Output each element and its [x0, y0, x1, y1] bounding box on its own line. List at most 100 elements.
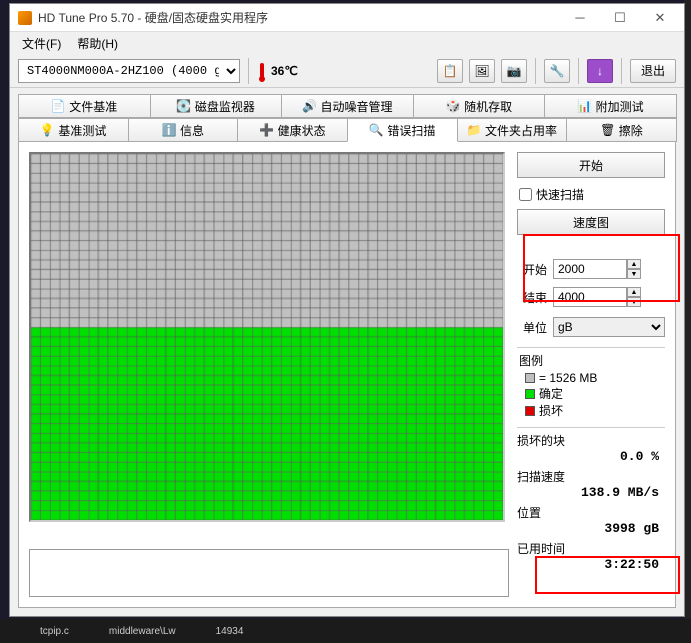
elapsed-value: 3:22:50 — [517, 557, 665, 572]
temperature-display: 36℃ — [257, 60, 298, 82]
extra-icon: 📊 — [578, 99, 592, 113]
tab-label: 错误扫描 — [387, 122, 435, 139]
minimize-tray-button[interactable]: ↓ — [587, 59, 613, 83]
position-value: 3998 gB — [517, 521, 665, 536]
elapsed-label: 已用时间 — [517, 540, 665, 557]
tab-基准测试[interactable]: 💡 基准测试 — [18, 118, 129, 142]
tab-自动噪音管理[interactable]: 🔊 自动噪音管理 — [281, 94, 414, 118]
tab-错误扫描[interactable]: 🔍 错误扫描 — [347, 118, 458, 142]
copy-info-button[interactable]: 📋 — [437, 59, 463, 83]
background-strip — [684, 0, 691, 643]
range-end-label: 结束 — [517, 289, 547, 306]
disk-monitor-icon: 💽 — [177, 99, 191, 113]
menu-help[interactable]: 帮助(H) — [71, 33, 124, 54]
main-window: HD Tune Pro 5.70 - 硬盘/固态硬盘实用程序 ─ ☐ ✕ 文件(… — [9, 3, 685, 617]
tab-label: 信息 — [180, 122, 204, 139]
folder-icon: 📁 — [467, 123, 481, 137]
tab-content: 开始 快速扫描 速度图 开始 ▲ ▼ 结束 — [18, 141, 676, 608]
separator — [578, 58, 579, 84]
legend-title: 图例 — [519, 352, 665, 369]
legend-swatch-damaged — [525, 406, 535, 416]
quick-scan-checkbox[interactable] — [519, 188, 532, 201]
taskbar: tcpip.c middleware\Lw 14934 — [0, 619, 691, 643]
tab-label: 磁盘监视器 — [195, 98, 255, 115]
legend-ok-label: 确定 — [539, 385, 563, 402]
result-box — [29, 549, 509, 597]
tab-随机存取[interactable]: 🎲 随机存取 — [413, 94, 546, 118]
tab-文件夹占用率[interactable]: 📁 文件夹占用率 — [457, 118, 568, 142]
tab-label: 擦除 — [619, 122, 643, 139]
random-icon: 🎲 — [446, 99, 460, 113]
side-panel: 开始 快速扫描 速度图 开始 ▲ ▼ 结束 — [517, 152, 665, 597]
erase-icon: 🗑 — [601, 123, 615, 137]
menu-file[interactable]: 文件(F) — [16, 33, 67, 54]
unit-select[interactable]: gB — [553, 317, 665, 337]
options-button[interactable]: 🔧 — [544, 59, 570, 83]
tab-磁盘监视器[interactable]: 💽 磁盘监视器 — [150, 94, 283, 118]
range-end-input[interactable] — [553, 287, 627, 307]
scan-speed-label: 扫描速度 — [517, 468, 665, 485]
tab-文件基准[interactable]: 📄 文件基准 — [18, 94, 151, 118]
legend-swatch-ok — [525, 389, 535, 399]
damaged-blocks-value: 0.0 % — [517, 449, 665, 464]
range-start-down[interactable]: ▼ — [627, 269, 641, 279]
tab-附加测试[interactable]: 📊 附加测试 — [544, 94, 677, 118]
scan-grid — [29, 152, 505, 522]
save-screenshot-button[interactable]: 📷 — [501, 59, 527, 83]
separator — [248, 58, 249, 84]
minimize-button[interactable]: ─ — [560, 6, 600, 30]
tab-row-upper: 📄 文件基准 💽 磁盘监视器 🔊 自动噪音管理 🎲 随机存取 📊 附加测试 — [18, 94, 676, 118]
separator — [621, 58, 622, 84]
damaged-blocks-label: 损坏的块 — [517, 432, 665, 449]
titlebar: HD Tune Pro 5.70 - 硬盘/固态硬盘实用程序 ─ ☐ ✕ — [10, 4, 684, 32]
info2-icon: ℹ️ — [162, 123, 176, 137]
tab-label: 自动噪音管理 — [320, 98, 392, 115]
legend: 图例 = 1526 MB 确定 损坏 — [517, 347, 665, 419]
quick-scan-label: 快速扫描 — [536, 186, 584, 203]
start-button[interactable]: 开始 — [517, 152, 665, 178]
range-start-input[interactable] — [553, 259, 627, 279]
tabs-container: 📄 文件基准 💽 磁盘监视器 🔊 自动噪音管理 🎲 随机存取 📊 附加测试 💡 基准测试 ℹ️ 信息 ➕ 健… — [18, 94, 676, 142]
window-title: HD Tune Pro 5.70 - 硬盘/固态硬盘实用程序 — [38, 9, 560, 26]
benchmark-icon: 💡 — [40, 123, 54, 137]
tab-信息[interactable]: ℹ️ 信息 — [128, 118, 239, 142]
exit-button[interactable]: 退出 — [630, 59, 676, 83]
speed-map-button[interactable]: 速度图 — [517, 209, 665, 235]
copy-screenshot-button[interactable]: 🖼 — [469, 59, 495, 83]
stats: 损坏的块 0.0 % 扫描速度 138.9 MB/s 位置 3998 gB 已用… — [517, 427, 665, 576]
tab-label: 附加测试 — [596, 98, 644, 115]
taskbar-item: middleware\Lw — [109, 626, 176, 637]
tab-label: 健康状态 — [278, 122, 326, 139]
temperature-value: 36℃ — [271, 64, 298, 78]
legend-swatch-block — [525, 373, 535, 383]
legend-block-label: = 1526 MB — [539, 371, 597, 385]
position-label: 位置 — [517, 504, 665, 521]
menubar: 文件(F) 帮助(H) — [10, 32, 684, 54]
drive-select[interactable]: ST4000NM000A-2HZ100 (4000 gB) — [18, 59, 240, 83]
tab-擦除[interactable]: 🗑 擦除 — [566, 118, 677, 142]
range-end-down[interactable]: ▼ — [627, 297, 641, 307]
scan-area — [29, 152, 509, 597]
tab-健康状态[interactable]: ➕ 健康状态 — [237, 118, 348, 142]
health-icon: ➕ — [260, 123, 274, 137]
taskbar-item: 14934 — [216, 626, 244, 637]
legend-damaged-label: 损坏 — [539, 402, 563, 419]
range-start-up[interactable]: ▲ — [627, 259, 641, 269]
tab-label: 随机存取 — [464, 98, 512, 115]
range-end-up[interactable]: ▲ — [627, 287, 641, 297]
taskbar-item: tcpip.c — [40, 626, 69, 637]
app-icon — [18, 11, 32, 25]
tab-label: 文件夹占用率 — [485, 122, 557, 139]
aam-icon: 🔊 — [302, 99, 316, 113]
range-start-label: 开始 — [517, 261, 547, 278]
scan-speed-value: 138.9 MB/s — [517, 485, 665, 500]
tab-label: 基准测试 — [58, 122, 106, 139]
maximize-button[interactable]: ☐ — [600, 6, 640, 30]
thermometer-icon — [257, 60, 267, 82]
tab-row-lower: 💡 基准测试 ℹ️ 信息 ➕ 健康状态 🔍 错误扫描 📁 文件夹占用率 🗑 擦除 — [18, 118, 676, 142]
close-button[interactable]: ✕ — [640, 6, 680, 30]
info-icon: 📄 — [51, 99, 65, 113]
tab-label: 文件基准 — [69, 98, 117, 115]
separator — [535, 58, 536, 84]
error-scan-icon: 🔍 — [369, 123, 383, 137]
